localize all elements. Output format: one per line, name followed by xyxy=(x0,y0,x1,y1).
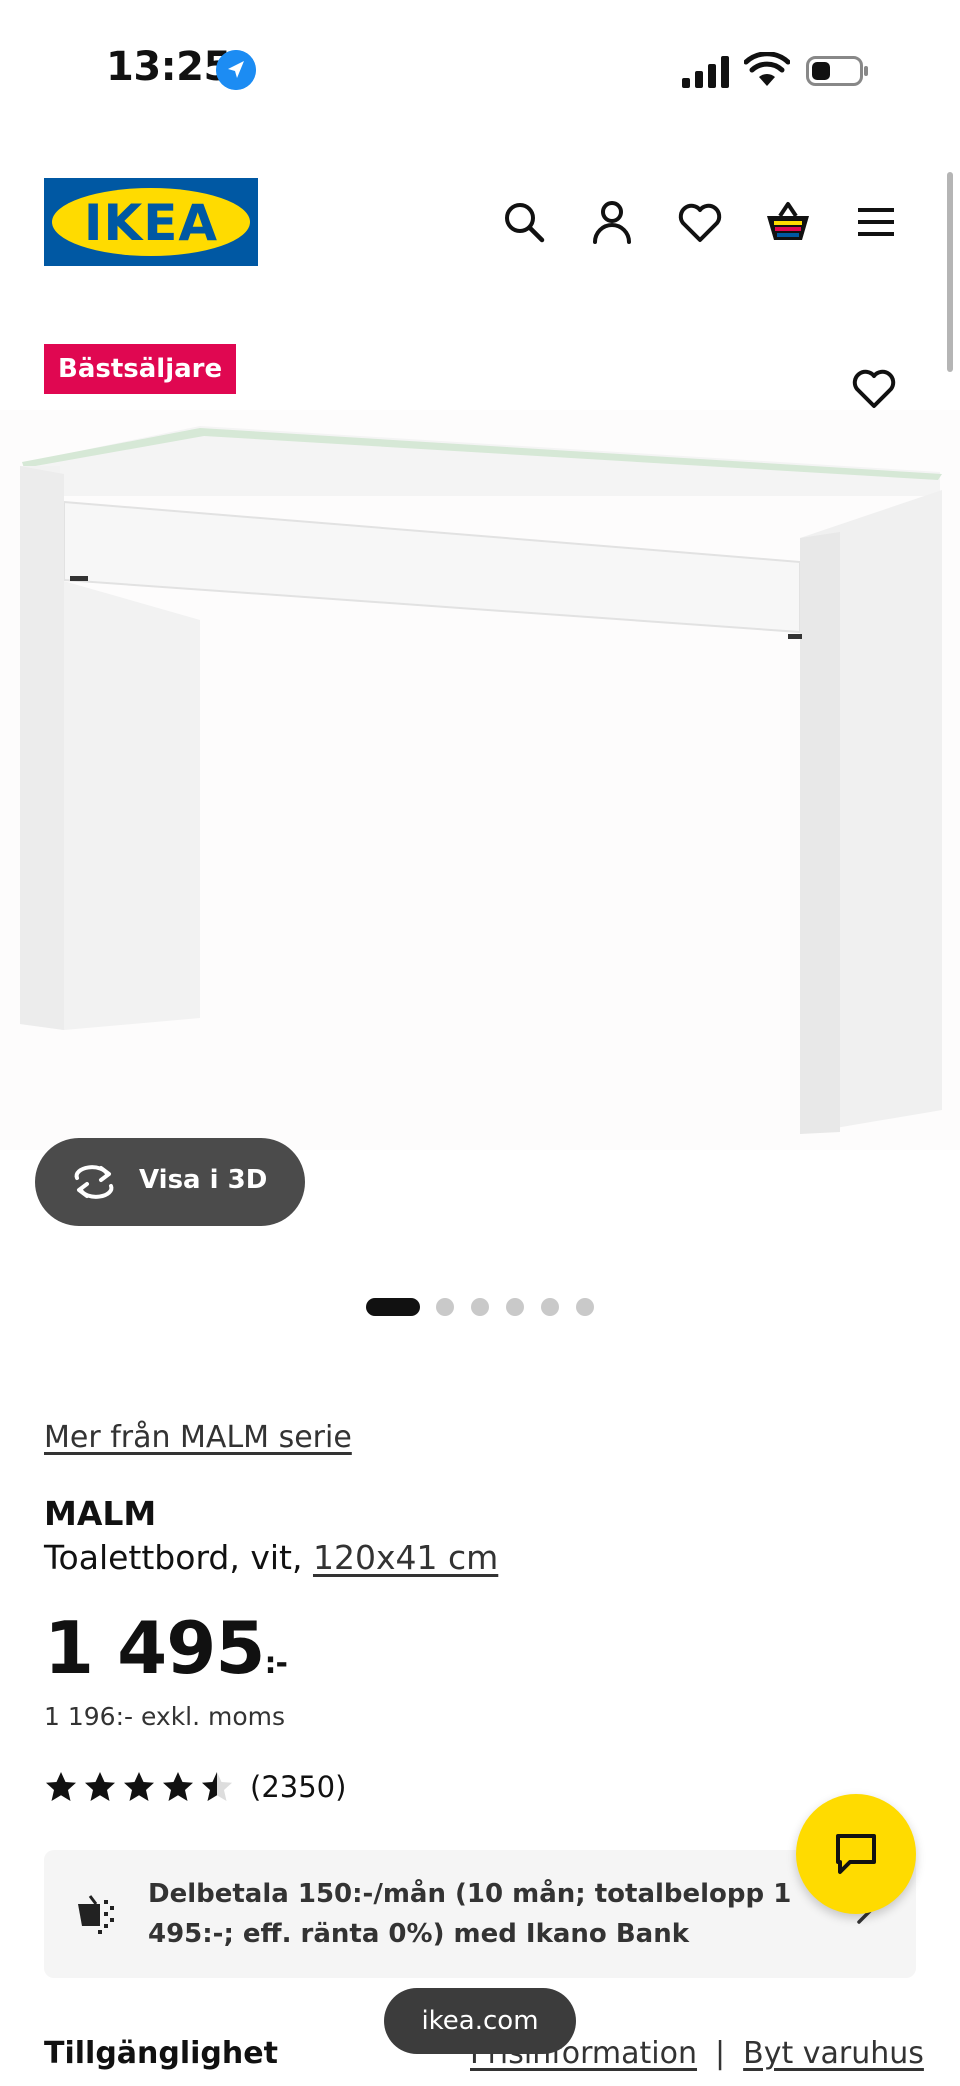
wishlist-heart-icon[interactable] xyxy=(674,196,726,248)
installment-offer[interactable]: Delbetala 150:-/mån (10 mån; totalbelopp… xyxy=(44,1850,916,1978)
menu-icon[interactable] xyxy=(850,196,902,248)
battery-icon xyxy=(806,56,868,86)
product-description: Toalettbord, vit, 120x41 cm xyxy=(44,1538,498,1577)
link-separator: | xyxy=(715,2036,726,2071)
star-half-icon xyxy=(202,1772,232,1801)
series-link[interactable]: Mer från MALM serie xyxy=(44,1420,352,1455)
location-arrow-icon xyxy=(216,50,256,90)
chat-button[interactable] xyxy=(796,1794,916,1914)
rotate-3d-icon xyxy=(74,1165,114,1199)
logo-text: IKEA xyxy=(83,194,219,252)
ikea-logo[interactable]: IKEA xyxy=(44,178,258,266)
star-full-icon xyxy=(124,1772,154,1801)
pagination-dot[interactable] xyxy=(436,1298,454,1316)
cellular-signal-icon xyxy=(682,56,729,88)
view-in-3d-label: Visa i 3D xyxy=(139,1165,268,1195)
pagination-dot[interactable] xyxy=(366,1298,420,1316)
account-icon[interactable] xyxy=(586,196,638,248)
view-in-3d-button[interactable]: Visa i 3D xyxy=(35,1138,305,1226)
chat-bubble-icon xyxy=(836,1834,876,1874)
star-full-icon xyxy=(46,1772,76,1801)
status-time: 13:25 xyxy=(106,44,231,90)
search-icon[interactable] xyxy=(498,196,550,248)
pagination-dot[interactable] xyxy=(541,1298,559,1316)
bestseller-badge: Bästsäljare xyxy=(44,344,237,394)
price-amount: 1 495 xyxy=(44,1606,265,1690)
star-full-icon xyxy=(163,1772,193,1801)
change-store-link[interactable]: Byt varuhus xyxy=(743,2036,924,2071)
product-name: MALM xyxy=(44,1494,157,1533)
price-excl-vat: 1 196:- exkl. moms xyxy=(44,1702,286,1731)
product-price: 1 495:- xyxy=(44,1606,288,1690)
browser-url-pill[interactable]: ikea.com xyxy=(384,1988,576,2054)
pagination-dot[interactable] xyxy=(506,1298,524,1316)
pagination-dot[interactable] xyxy=(471,1298,489,1316)
shopping-basket-icon[interactable] xyxy=(762,196,814,248)
availability-title: Tillgänglighet xyxy=(44,2036,278,2071)
installment-text: Delbetala 150:-/mån (10 mån; totalbelopp… xyxy=(148,1879,792,1949)
pagination-dot[interactable] xyxy=(576,1298,594,1316)
size-link[interactable]: 120x41 cm xyxy=(313,1538,498,1577)
add-to-wishlist-heart-icon[interactable] xyxy=(848,362,900,414)
page-scrollbar[interactable] xyxy=(947,172,953,372)
installment-payment-icon xyxy=(78,1895,114,1934)
wifi-icon xyxy=(744,52,790,86)
review-count[interactable]: (2350) xyxy=(250,1770,346,1804)
price-currency: :- xyxy=(264,1646,287,1681)
product-image[interactable] xyxy=(0,410,960,1150)
star-full-icon xyxy=(85,1772,115,1801)
status-bar: 13:25 xyxy=(0,0,960,140)
product-type: Toalettbord, vit, xyxy=(44,1538,313,1577)
